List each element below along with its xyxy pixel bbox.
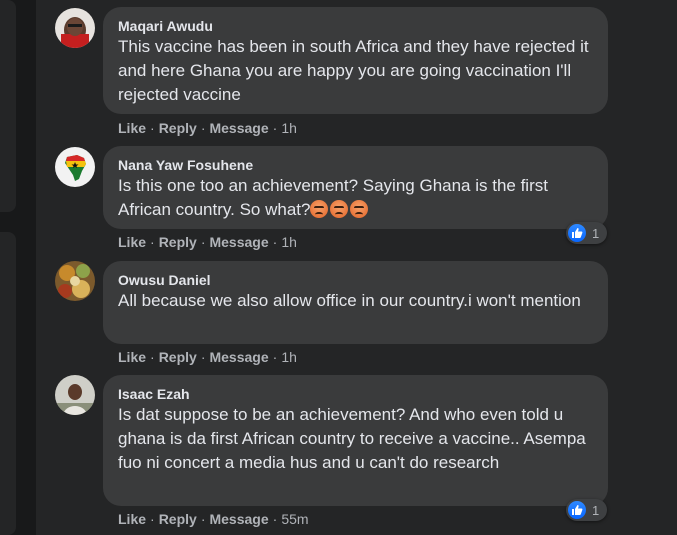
- message-button[interactable]: Message: [209, 349, 268, 365]
- comment-actions: Like · Reply · Message · 55m: [118, 510, 309, 528]
- comment-text: All because we also allow office in our …: [118, 291, 581, 310]
- person-photo-avatar-icon: [55, 375, 95, 415]
- reaction-badge[interactable]: 1: [566, 499, 608, 521]
- message-button[interactable]: Message: [209, 120, 268, 136]
- comment-actions: Like · Reply · Message · 1h: [118, 119, 297, 137]
- comment-author[interactable]: Nana Yaw Fosuhene: [118, 156, 596, 174]
- africa-map-avatar-icon: [55, 147, 95, 187]
- comment-actions: Like · Reply · Message · 1h: [118, 348, 297, 366]
- reply-button[interactable]: Reply: [159, 234, 197, 250]
- message-button[interactable]: Message: [209, 234, 268, 250]
- reaction-count: 1: [592, 225, 600, 241]
- like-button[interactable]: Like: [118, 511, 146, 527]
- thumbs-up-icon: [568, 224, 586, 242]
- reaction-badge[interactable]: 1: [566, 222, 608, 244]
- comment-text: Is dat suppose to be an achievement? And…: [118, 405, 586, 472]
- comment-author[interactable]: Maqari Awudu: [118, 17, 596, 35]
- comment-author[interactable]: Isaac Ezah: [118, 385, 596, 403]
- left-panel-top: [0, 0, 16, 212]
- comment-actions: Like · Reply · Message · 1h: [118, 233, 297, 251]
- comment-bubble: Isaac Ezah Is dat suppose to be an achie…: [103, 375, 608, 506]
- timestamp[interactable]: 1h: [281, 120, 297, 136]
- separator: ·: [200, 234, 206, 250]
- separator: ·: [272, 234, 278, 250]
- separator: ·: [150, 120, 155, 136]
- left-panel-bottom: [0, 232, 16, 535]
- separator: ·: [272, 120, 278, 136]
- angry-face-icon: [330, 200, 349, 218]
- reply-button[interactable]: Reply: [159, 349, 197, 365]
- avatar[interactable]: [55, 261, 95, 301]
- timestamp[interactable]: 55m: [281, 511, 308, 527]
- reply-button[interactable]: Reply: [159, 120, 197, 136]
- comment-text: Is this one too an achievement? Saying G…: [118, 174, 596, 222]
- separator: ·: [200, 120, 206, 136]
- timestamp[interactable]: 1h: [281, 349, 297, 365]
- timestamp[interactable]: 1h: [281, 234, 297, 250]
- separator: ·: [150, 511, 155, 527]
- separator: ·: [150, 234, 155, 250]
- avatar[interactable]: [55, 147, 95, 187]
- separator: ·: [272, 511, 278, 527]
- separator: ·: [272, 349, 278, 365]
- comment-author[interactable]: Owusu Daniel: [118, 271, 596, 289]
- avatar[interactable]: [55, 8, 95, 48]
- like-button[interactable]: Like: [118, 349, 146, 365]
- comment-text: This vaccine has been in south Africa an…: [118, 37, 589, 104]
- comments-feed: Maqari Awudu This vaccine has been in so…: [36, 0, 677, 535]
- separator: ·: [200, 349, 206, 365]
- avatar-photo-icon: [55, 8, 95, 48]
- angry-face-icon: [310, 200, 329, 218]
- reply-button[interactable]: Reply: [159, 511, 197, 527]
- avatar[interactable]: [55, 375, 95, 415]
- message-button[interactable]: Message: [209, 511, 268, 527]
- like-button[interactable]: Like: [118, 120, 146, 136]
- comment-bubble: Nana Yaw Fosuhene Is this one too an ach…: [103, 146, 608, 229]
- angry-face-icon: [350, 200, 369, 218]
- reaction-count: 1: [592, 502, 600, 518]
- food-plate-avatar-icon: [55, 261, 95, 301]
- separator: ·: [150, 349, 155, 365]
- thumbs-up-icon: [568, 501, 586, 519]
- separator: ·: [200, 511, 206, 527]
- like-button[interactable]: Like: [118, 234, 146, 250]
- comment-bubble: Owusu Daniel All because we also allow o…: [103, 261, 608, 344]
- comment-bubble: Maqari Awudu This vaccine has been in so…: [103, 7, 608, 114]
